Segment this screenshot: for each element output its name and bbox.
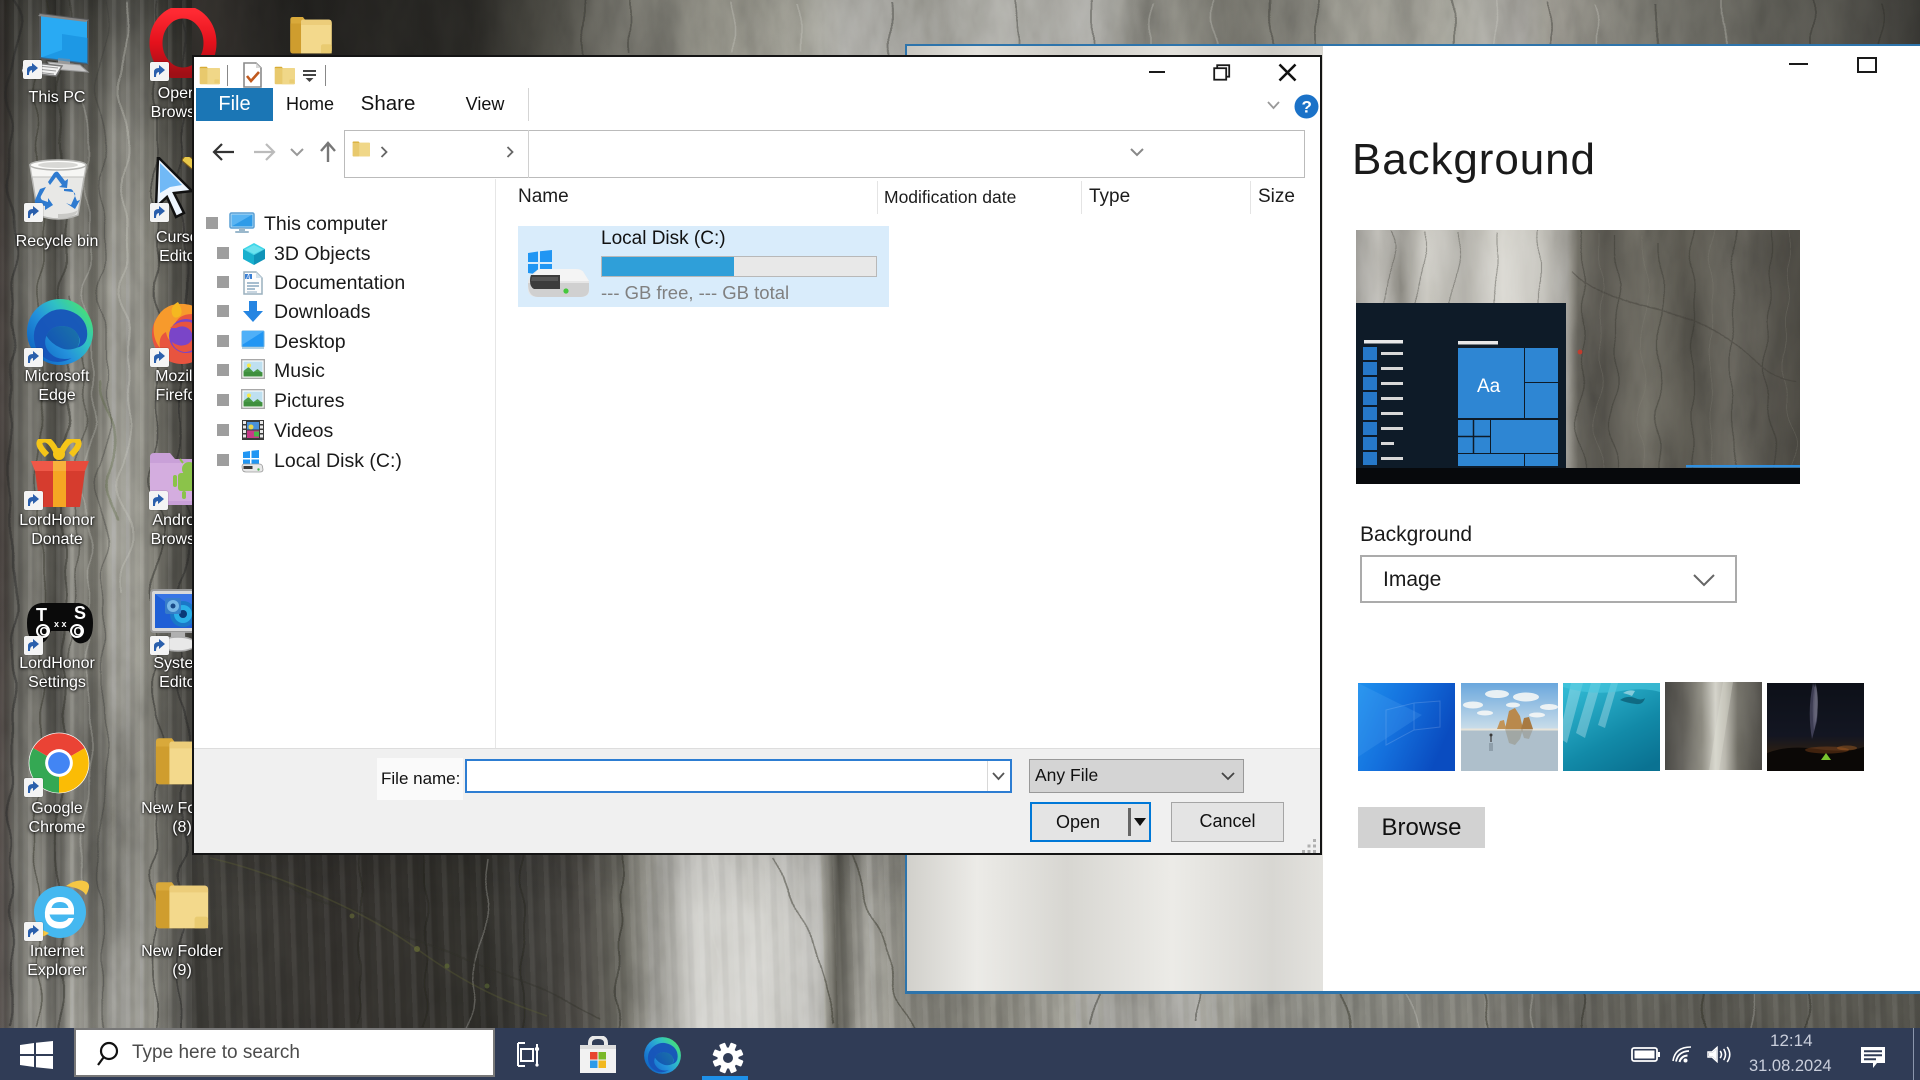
svg-text:?: ?	[1302, 98, 1312, 117]
svg-text:A: A	[245, 273, 251, 281]
svg-text:x x: x x	[54, 619, 67, 629]
svg-text:Aa: Aa	[1477, 376, 1501, 397]
svg-text:S: S	[74, 603, 86, 623]
svg-text:T: T	[36, 605, 47, 625]
svg-text:O: O	[74, 625, 83, 639]
